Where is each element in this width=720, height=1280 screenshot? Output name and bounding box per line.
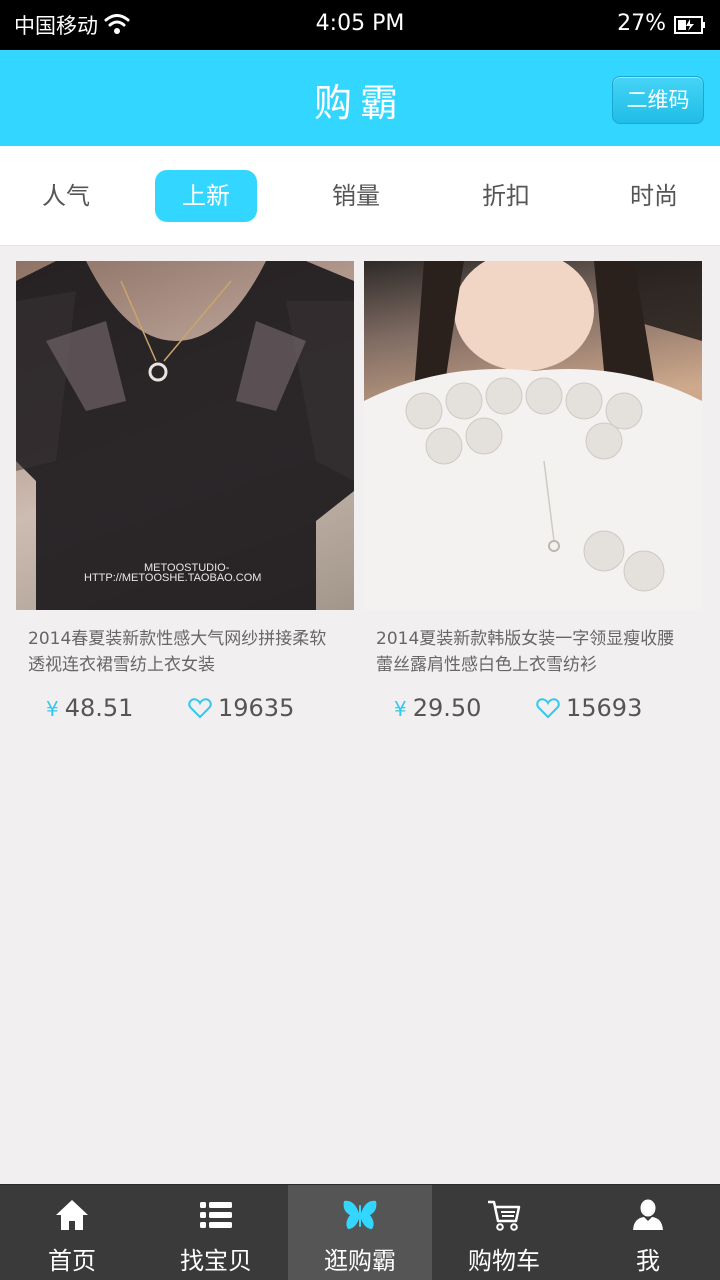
product-description[interactable]: 2014夏装新款韩版女装一字领显瘦收腰蕾丝露肩性感白色上衣雪纺衫 — [364, 626, 702, 680]
cart-icon — [488, 1200, 521, 1231]
product-photo-illustration — [364, 261, 702, 610]
butterfly-icon — [343, 1200, 377, 1229]
nav-me[interactable]: 我 — [576, 1185, 720, 1280]
clock: 4:05 PM — [315, 11, 405, 36]
app-header: 购霸 二维码 — [0, 50, 720, 146]
qr-code-button[interactable]: 二维码 — [612, 76, 704, 124]
list-icon — [200, 1202, 232, 1228]
nav-label: 购物车 — [468, 1247, 540, 1275]
price-value: 48.51 — [64, 694, 134, 722]
product-image[interactable]: METOOSTUDIO- HTTP://METOOSHE.TAOBAO.COM — [16, 261, 354, 610]
product-card[interactable]: METOOSTUDIO- HTTP://METOOSHE.TAOBAO.COM … — [16, 261, 354, 730]
battery-percent: 27% — [617, 11, 666, 36]
filter-tabs: 人气 上新 销量 折扣 时尚 — [0, 146, 720, 246]
nav-label: 逛购霸 — [324, 1247, 396, 1275]
like-count[interactable]: 15693 — [536, 694, 642, 722]
tab-fashion[interactable]: 时尚 — [604, 170, 704, 222]
bottom-nav: 首页 找宝贝 逛购霸 购物车 我 — [0, 1184, 720, 1280]
watermark-line2: HTTP://METOOSHE.TAOBAO.COM — [84, 572, 261, 584]
tab-discount[interactable]: 折扣 — [456, 170, 556, 222]
likes-value: 15693 — [566, 694, 643, 722]
product-image[interactable] — [364, 261, 702, 610]
product-description[interactable]: 2014春夏装新款性感大气网纱拼接柔软透视连衣裙雪纺上衣女装 — [16, 626, 354, 680]
nav-label: 我 — [636, 1247, 660, 1275]
nav-browse[interactable]: 逛购霸 — [288, 1185, 432, 1280]
nav-cart[interactable]: 购物车 — [432, 1185, 576, 1280]
price-value: 29.50 — [412, 694, 482, 722]
product-price: ¥48.51 — [46, 694, 133, 722]
nav-label: 首页 — [48, 1247, 96, 1275]
currency-symbol: ¥ — [46, 697, 59, 721]
likes-value: 19635 — [218, 694, 295, 722]
heart-icon — [188, 698, 212, 719]
tab-popularity[interactable]: 人气 — [16, 170, 116, 222]
product-price: ¥29.50 — [394, 694, 481, 722]
product-photo-illustration: METOOSTUDIO- HTTP://METOOSHE.TAOBAO.COM — [16, 261, 354, 610]
tab-new-arrivals[interactable]: 上新 — [155, 170, 257, 222]
tab-sales[interactable]: 销量 — [306, 170, 406, 222]
nav-home[interactable]: 首页 — [0, 1185, 144, 1280]
product-card[interactable]: 2014夏装新款韩版女装一字领显瘦收腰蕾丝露肩性感白色上衣雪纺衫 ¥29.50 … — [364, 261, 702, 730]
nav-label: 找宝贝 — [180, 1247, 252, 1275]
user-icon — [633, 1199, 663, 1230]
home-icon — [56, 1200, 88, 1230]
like-count[interactable]: 19635 — [188, 694, 294, 722]
currency-symbol: ¥ — [394, 697, 407, 721]
status-bar: 中国移动 4:05 PM 27% — [0, 0, 720, 50]
nav-find-items[interactable]: 找宝贝 — [144, 1185, 288, 1280]
battery-icon — [674, 16, 705, 34]
heart-icon — [536, 698, 560, 719]
